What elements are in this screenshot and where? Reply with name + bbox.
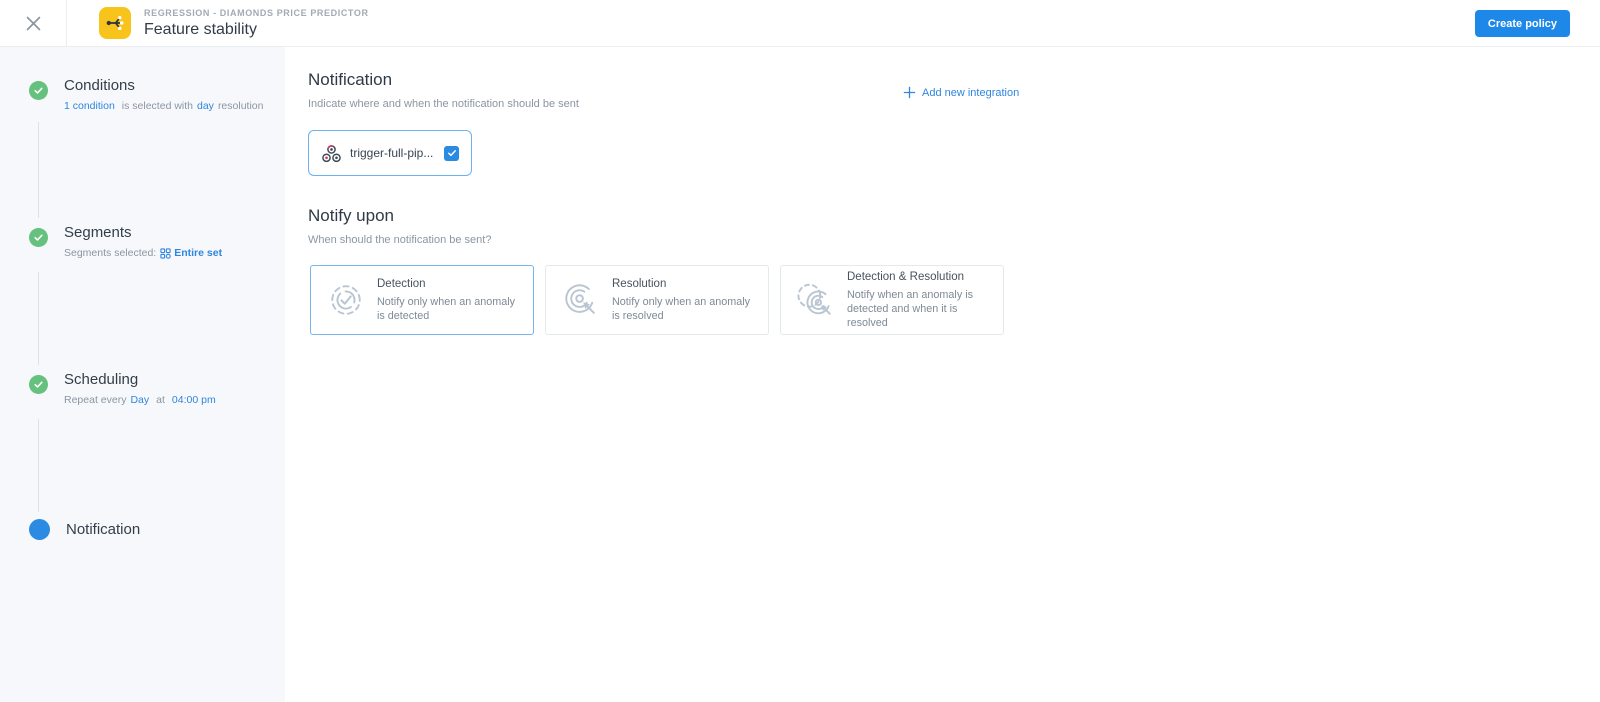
step-connector <box>38 272 39 365</box>
webhook-icon <box>321 143 342 164</box>
repeat-time-link[interactable]: 04:00 pm <box>172 394 216 406</box>
step-scheduling[interactable]: Scheduling Repeat every Day at 04:00 pm <box>29 371 216 406</box>
repeat-interval-link[interactable]: Day <box>130 394 149 406</box>
option-description: Notify only when an anomaly is resolved <box>612 295 751 322</box>
step-segments[interactable]: Segments Segments selected: Entire set <box>29 224 222 259</box>
conditions-count-link[interactable]: 1 condition <box>64 100 115 112</box>
step-completed-check-icon <box>29 375 48 394</box>
close-icon <box>25 15 42 32</box>
step-conditions[interactable]: Conditions 1 condition is selected with … <box>29 77 263 112</box>
add-new-integration-button[interactable]: Add new integration <box>897 86 1019 99</box>
step-notification[interactable]: Notification <box>29 518 140 540</box>
integration-name: trigger-full-pip... <box>350 146 434 160</box>
option-description: Notify when an anomaly is detected and w… <box>847 288 974 329</box>
step-title: Notification <box>66 521 141 538</box>
notify-option-detection-and-resolution[interactable]: Detection & Resolution Notify when an an… <box>780 265 1004 335</box>
section-title: Notification <box>308 70 393 89</box>
model-breadcrumb: REGRESSION - DIAMONDS PRICE PREDICTOR <box>144 7 369 18</box>
option-title: Detection <box>377 277 426 290</box>
policy-wizard-page: REGRESSION - DIAMONDS PRICE PREDICTOR Fe… <box>0 0 1600 702</box>
segments-grid-icon <box>160 247 171 259</box>
step-title: Segments <box>64 224 132 241</box>
detection-target-check-icon <box>315 281 377 319</box>
step-completed-check-icon <box>29 81 48 100</box>
step-subtitle: 1 condition is selected with day resolut… <box>64 100 264 112</box>
header: REGRESSION - DIAMONDS PRICE PREDICTOR Fe… <box>0 0 1600 47</box>
resolution-target-arrow-icon <box>550 281 612 319</box>
notification-section-header: Notification Indicate where and when the… <box>308 70 579 110</box>
entire-set-link[interactable]: Entire set <box>174 247 222 259</box>
notify-option-detection[interactable]: Detection Notify only when an anomaly is… <box>310 265 534 335</box>
feature-branch-icon <box>99 7 131 39</box>
option-title: Detection & Resolution <box>847 270 964 283</box>
step-title: Scheduling <box>64 371 139 388</box>
step-subtitle: Repeat every Day at 04:00 pm <box>64 394 216 406</box>
option-title: Resolution <box>612 277 667 290</box>
step-subtitle: Segments selected: Entire set <box>64 247 223 259</box>
step-connector <box>38 419 39 512</box>
page-title: Feature stability <box>144 20 257 38</box>
integration-card-trigger-full-pipeline[interactable]: trigger-full-pip... <box>308 130 472 176</box>
step-completed-check-icon <box>29 228 48 247</box>
main-content: Notification Indicate where and when the… <box>285 47 1600 702</box>
resolution-link[interactable]: day <box>197 100 214 112</box>
section-title: Notify upon <box>308 206 394 225</box>
step-connector <box>38 122 39 218</box>
notify-option-resolution[interactable]: Resolution Notify only when an anomaly i… <box>545 265 769 335</box>
section-subtitle: When should the notification be sent? <box>308 234 492 246</box>
detection-and-resolution-icon <box>785 281 847 319</box>
plus-icon <box>903 86 916 99</box>
section-subtitle: Indicate where and when the notification… <box>308 98 579 110</box>
create-policy-button[interactable]: Create policy <box>1474 10 1570 37</box>
step-title: Conditions <box>64 77 135 94</box>
close-button[interactable] <box>0 0 67 46</box>
notify-upon-section-header: Notify upon When should the notification… <box>308 206 491 246</box>
step-active-dot <box>29 519 50 540</box>
header-titles: REGRESSION - DIAMONDS PRICE PREDICTOR Fe… <box>144 8 369 39</box>
integration-checkbox[interactable] <box>444 145 459 161</box>
wizard-stepper-sidebar: Conditions 1 condition is selected with … <box>0 47 285 702</box>
option-description: Notify only when an anomaly is detected <box>377 295 516 322</box>
